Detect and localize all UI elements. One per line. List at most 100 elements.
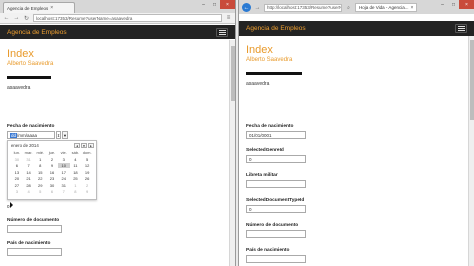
date-picker-day[interactable]: 1 — [34, 157, 46, 162]
date-picker-grid: lun. mar. mié. jue. vie. sáb. dom. 30 31 1 2 3 4 5 6 7 8… — [8, 149, 96, 197]
date-picker-weekday: jue. — [48, 150, 56, 155]
right-libreta-input[interactable] — [246, 180, 306, 188]
right-pais-input[interactable] — [246, 255, 306, 263]
left-scrollbar[interactable] — [229, 40, 235, 266]
right-scrollbar[interactable] — [468, 36, 474, 266]
date-picker-day[interactable]: 7 — [23, 163, 35, 168]
right-page-content: Index Alberto Saavedra asaavedra — [246, 44, 464, 87]
date-picker-day[interactable]: 27 — [11, 183, 23, 188]
right-numero-input[interactable] — [246, 230, 306, 238]
date-picker-day[interactable]: 11 — [70, 163, 82, 168]
reload-icon[interactable]: ↻ — [23, 15, 30, 22]
date-picker-popup: enero de 2014 ◂ ● ▸ lun. mar. mié. jue. vie.… — [7, 140, 97, 200]
date-picker-day[interactable]: 30 — [11, 157, 23, 162]
menu-icon[interactable]: ≡ — [225, 15, 232, 21]
date-picker-weekday: mié. — [36, 150, 45, 155]
date-picker-day[interactable]: 16 — [46, 170, 58, 175]
close-tab-icon[interactable]: × — [50, 5, 53, 11]
date-picker-day[interactable]: 12 — [81, 163, 93, 168]
date-picker-day[interactable]: 14 — [23, 170, 35, 175]
dropdown-arrow-icon[interactable]: ▼ — [62, 131, 68, 139]
date-picker-day[interactable]: 20 — [11, 176, 23, 181]
today-icon[interactable]: ● — [81, 143, 87, 148]
date-picker-day[interactable]: 17 — [58, 170, 70, 175]
right-tab-title: Hoja de Vida - Agencia... — [359, 5, 409, 10]
date-picker-day[interactable]: 8 — [70, 189, 82, 194]
date-picker-day[interactable]: 31 — [23, 157, 35, 162]
right-url-input[interactable]: http://localhost:17353/Resume?userName=a… — [264, 3, 342, 12]
right-username: asaavedra — [246, 81, 270, 87]
left-date-input[interactable]: dd/mm/aaaa — [7, 131, 55, 139]
date-picker-day[interactable]: 21 — [23, 176, 35, 181]
left-brand[interactable]: Agencia de Empleos — [7, 29, 67, 36]
date-picker-day[interactable]: 23 — [46, 176, 58, 181]
date-picker-day[interactable]: 5 — [34, 189, 46, 194]
date-picker-day[interactable]: 13 — [11, 170, 23, 175]
right-page-subtitle: Alberto Saavedra — [246, 57, 293, 63]
date-picker-weekday: lun. — [13, 150, 21, 155]
date-picker-day[interactable]: 15 — [34, 170, 46, 175]
left-date-day-segment: dd — [10, 132, 18, 138]
date-picker-day[interactable]: 4 — [70, 157, 82, 162]
right-scrollbar-thumb[interactable] — [470, 40, 474, 120]
date-picker-day[interactable]: 8 — [34, 163, 46, 168]
forward-icon[interactable]: → — [13, 15, 20, 21]
date-picker-day[interactable]: 29 — [34, 183, 46, 188]
date-picker-day[interactable]: 30 — [46, 183, 58, 188]
back-icon[interactable]: ← — [3, 15, 10, 21]
right-address-bar: ← → http://localhost:17353/Resume?userNa… — [239, 2, 474, 13]
date-picker-day[interactable]: 31 — [58, 183, 70, 188]
back-icon[interactable]: ← — [242, 3, 251, 12]
date-picker-day[interactable]: 2 — [46, 157, 58, 162]
left-browser-tab[interactable]: Agencia de Empleos × — [3, 2, 75, 13]
right-numero-label: Número de documento — [246, 223, 299, 228]
right-browser-tab[interactable]: Hoja de Vida - Agencia... × — [355, 3, 418, 12]
right-app-navbar: Agencia de Empleos — [239, 21, 474, 36]
date-picker-day[interactable]: 3 — [11, 189, 23, 194]
close-tab-icon[interactable]: × — [410, 5, 413, 11]
left-zero-value: 0 — [7, 204, 10, 209]
search-icon[interactable]: ⌕ — [345, 5, 352, 11]
date-picker-day[interactable]: 7 — [58, 189, 70, 194]
left-url-input[interactable]: localhost:17353/Resume?userName=asaavedr… — [33, 14, 222, 22]
right-redacted-bar — [246, 72, 302, 75]
maximize-icon[interactable]: □ — [209, 0, 220, 9]
date-picker-day[interactable]: 22 — [34, 176, 46, 181]
date-picker-day[interactable]: 18 — [70, 170, 82, 175]
next-month-icon[interactable]: ▸ — [88, 143, 94, 148]
hamburger-menu-icon[interactable] — [216, 27, 228, 37]
right-brand[interactable]: Agencia de Empleos — [246, 25, 306, 32]
left-scrollbar-thumb[interactable] — [231, 46, 235, 101]
date-picker-day[interactable]: 25 — [70, 176, 82, 181]
date-picker-day[interactable]: 28 — [23, 183, 35, 188]
date-picker-day[interactable]: 2 — [81, 183, 93, 188]
spinner-icon[interactable]: ⇕ — [56, 131, 61, 139]
date-picker-day[interactable]: 9 — [46, 163, 58, 168]
date-picker-weekday: sáb. — [71, 150, 80, 155]
minimize-icon[interactable]: – — [198, 0, 209, 9]
date-picker-day[interactable]: 19 — [81, 170, 93, 175]
right-doctype-input[interactable]: 0 — [246, 205, 306, 213]
date-picker-day[interactable]: 26 — [81, 176, 93, 181]
hamburger-menu-icon[interactable] — [455, 24, 467, 33]
forward-icon[interactable]: → — [254, 5, 261, 11]
date-picker-day[interactable]: 6 — [46, 189, 58, 194]
left-browser-window: Agencia de Empleos × – □ × ← → ↻ localho… — [0, 0, 236, 266]
right-libreta-label: Libreta militar — [246, 173, 278, 178]
date-picker-day[interactable]: 10 — [57, 163, 70, 168]
date-picker-day[interactable]: 9 — [81, 189, 93, 194]
right-fecha-input[interactable]: 01/01/0001 — [246, 131, 306, 139]
prev-month-icon[interactable]: ◂ — [74, 143, 80, 148]
left-numero-input[interactable] — [7, 225, 62, 233]
date-picker-day[interactable]: 6 — [11, 163, 23, 168]
left-pais-input[interactable] — [7, 248, 62, 256]
date-picker-day[interactable]: 3 — [58, 157, 70, 162]
date-picker-day[interactable]: 4 — [23, 189, 35, 194]
date-picker-day[interactable]: 1 — [70, 183, 82, 188]
date-picker-day[interactable]: 5 — [81, 157, 93, 162]
date-picker-day[interactable]: 24 — [58, 176, 70, 181]
left-username: asaavedra — [7, 85, 31, 91]
right-pais-label: País de nacimiento — [246, 248, 290, 253]
right-genre-input[interactable]: 0 — [246, 155, 306, 163]
close-window-icon[interactable]: × — [220, 0, 235, 9]
